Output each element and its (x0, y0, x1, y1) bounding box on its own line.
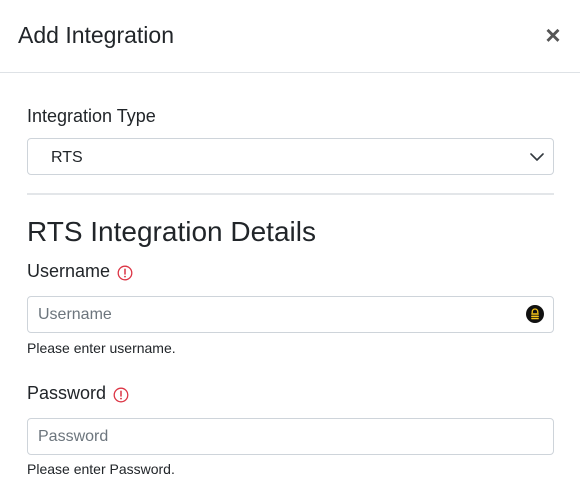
chevron-down-icon (530, 153, 544, 161)
modal-header: Add Integration × (0, 0, 580, 73)
warning-circle-icon (117, 265, 133, 281)
integration-type-selected-value: RTS (51, 149, 83, 166)
password-label: Password (27, 382, 129, 404)
section-divider (27, 193, 554, 195)
password-label-text: Password (27, 383, 107, 403)
warning-circle-icon (113, 387, 129, 403)
add-integration-modal: Add Integration × Integration Type RTS R… (0, 0, 580, 495)
integration-type-label: Integration Type (27, 105, 156, 127)
username-help-text: Please enter username. (27, 340, 176, 356)
modal-title: Add Integration (18, 22, 175, 48)
username-label-text: Username (27, 261, 111, 281)
close-button[interactable]: × (540, 22, 566, 48)
integration-type-select[interactable]: RTS (27, 138, 554, 175)
password-manager-icon[interactable] (526, 305, 544, 323)
password-help-text: Please enter Password. (27, 461, 175, 477)
username-label: Username (27, 260, 133, 282)
integration-type-label-text: Integration Type (27, 106, 156, 126)
close-icon: × (545, 20, 561, 50)
password-input[interactable] (27, 418, 554, 455)
username-input[interactable] (27, 296, 554, 333)
section-title: RTS Integration Details (27, 216, 316, 247)
